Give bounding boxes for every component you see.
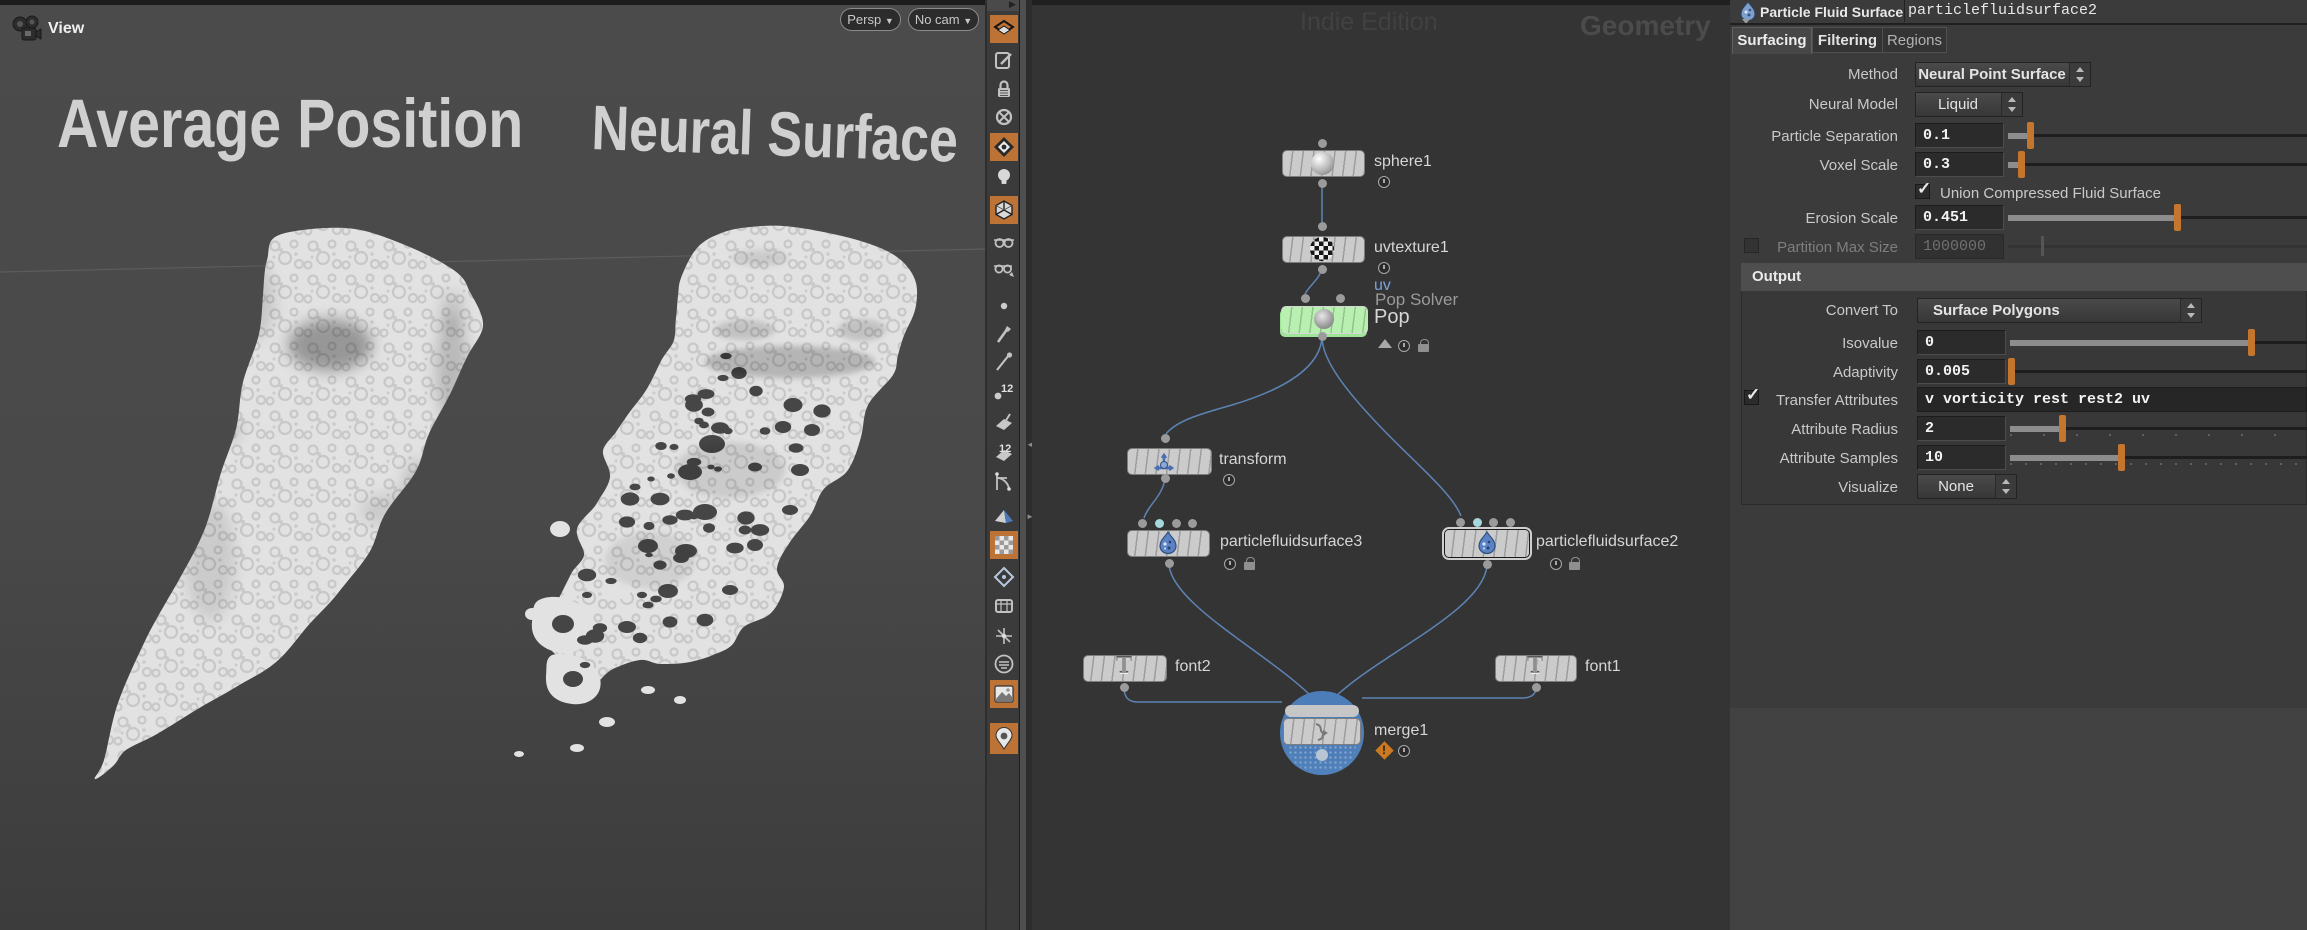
svg-text:12: 12 <box>999 443 1011 455</box>
svg-text:12: 12 <box>1001 383 1013 395</box>
